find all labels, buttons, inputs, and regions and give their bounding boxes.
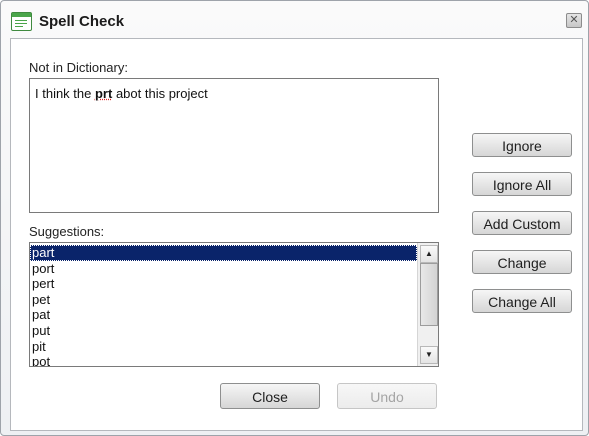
- sentence-after: abot this project: [112, 86, 208, 101]
- title-bar[interactable]: Spell Check ✕: [1, 1, 588, 37]
- suggestions-listbox[interactable]: part port pert pet pat put pit pot ▲ ▼: [29, 242, 439, 367]
- suggestions-label: Suggestions:: [29, 224, 105, 239]
- suggestion-item[interactable]: pert: [30, 276, 417, 292]
- spell-check-dialog: Spell Check ✕ Not in Dictionary: I think…: [0, 0, 589, 436]
- change-all-button[interactable]: Change All: [472, 289, 572, 313]
- suggestion-item[interactable]: pit: [30, 339, 417, 355]
- suggestion-item[interactable]: port: [30, 261, 417, 277]
- not-in-dictionary-label: Not in Dictionary:: [29, 60, 128, 75]
- suggestion-item[interactable]: pat: [30, 307, 417, 323]
- ignore-all-button[interactable]: Ignore All: [472, 172, 572, 196]
- not-in-dictionary-textbox[interactable]: I think the prt abot this project: [29, 78, 439, 213]
- scroll-thumb[interactable]: [420, 263, 438, 326]
- content-panel: Not in Dictionary: I think the prt abot …: [10, 38, 583, 431]
- suggestions-list: part port pert pet pat put pit pot: [30, 245, 417, 366]
- dialog-title: Spell Check: [39, 13, 125, 30]
- suggestion-item[interactable]: part: [30, 245, 417, 261]
- scroll-up-icon[interactable]: ▲: [420, 245, 438, 263]
- suggestion-item[interactable]: pet: [30, 292, 417, 308]
- ignore-button[interactable]: Ignore: [472, 133, 572, 157]
- close-button[interactable]: Close: [220, 383, 320, 409]
- change-button[interactable]: Change: [472, 250, 572, 274]
- suggestions-scrollbar[interactable]: ▲ ▼: [417, 243, 438, 366]
- close-window-icon[interactable]: ✕: [566, 13, 582, 28]
- suggestion-item[interactable]: pot: [30, 354, 417, 366]
- suggestion-item[interactable]: put: [30, 323, 417, 339]
- scroll-down-icon[interactable]: ▼: [420, 346, 438, 364]
- undo-button[interactable]: Undo: [337, 383, 437, 409]
- sentence-text: I think the prt abot this project: [35, 86, 208, 101]
- spellcheck-document-icon: [11, 12, 32, 31]
- add-custom-button[interactable]: Add Custom: [472, 211, 572, 235]
- misspelled-word: prt: [94, 86, 113, 101]
- sentence-before: I think the: [35, 86, 95, 101]
